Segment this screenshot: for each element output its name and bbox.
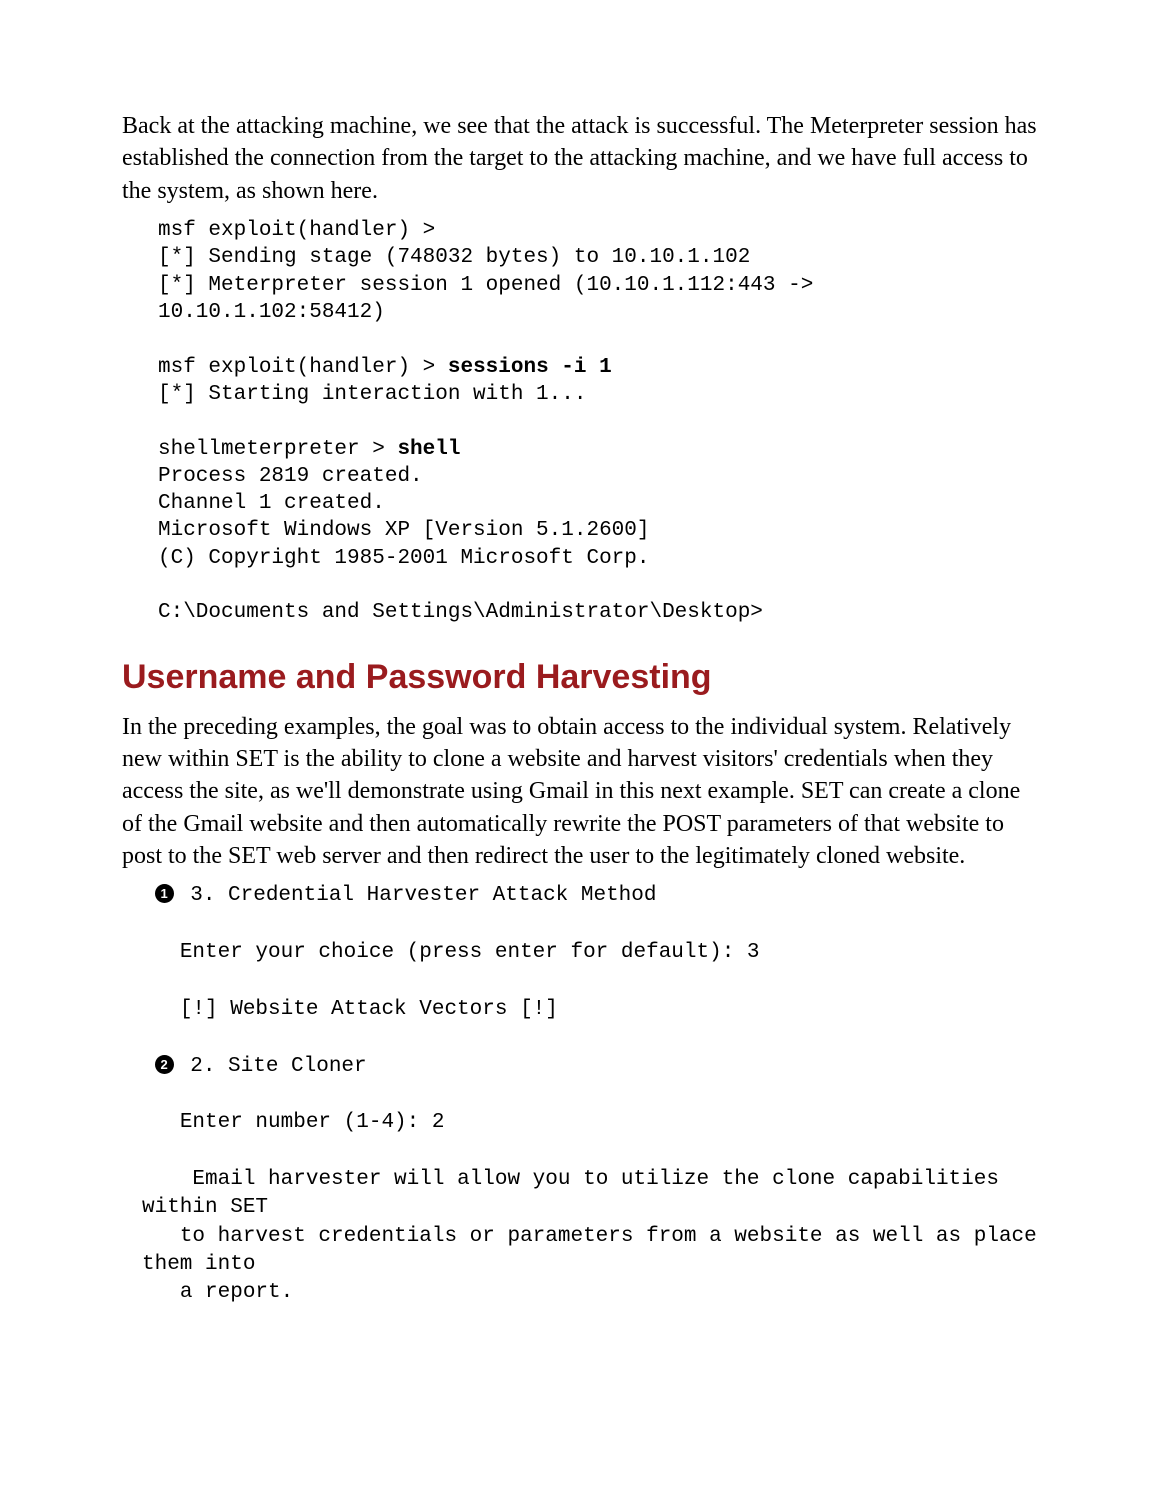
code-line: C:\Documents and Settings\Administrator\… (158, 601, 763, 624)
code-input: 3 (747, 941, 760, 964)
code-line: 3. Credential Harvester Attack Method (178, 884, 657, 907)
callout-one-icon: 1 (155, 884, 174, 903)
code-line: Email harvester will allow you to utiliz… (142, 1168, 1012, 1219)
code-input: 2 (432, 1111, 445, 1134)
code-line: Channel 1 created. (158, 492, 385, 515)
code-line: shellmeterpreter > (158, 438, 397, 461)
code-line: [*] Meterpreter session 1 opened (10.10.… (158, 274, 826, 324)
section-paragraph: In the preceding examples, the goal was … (122, 711, 1039, 873)
code-line: (C) Copyright 1985-2001 Microsoft Corp. (158, 547, 649, 570)
code-line: msf exploit(handler) > (158, 219, 435, 242)
code-input: sessions -i 1 (448, 356, 612, 379)
code-line: 2. Site Cloner (178, 1055, 367, 1078)
code-line: to harvest credentials or parameters fro… (142, 1225, 1049, 1276)
code-line: Enter number (1-4): (142, 1111, 432, 1134)
code-line: [*] Sending stage (748032 bytes) to 10.1… (158, 246, 750, 269)
code-line: [*] Starting interaction with 1... (158, 383, 586, 406)
callout-two-icon: 2 (155, 1055, 174, 1074)
code-line: Process 2819 created. (158, 465, 423, 488)
code-line: Enter your choice (press enter for defau… (142, 941, 747, 964)
section-heading: Username and Password Harvesting (122, 655, 1039, 701)
code-line: [!] Website Attack Vectors [!] (142, 998, 558, 1021)
code-input: shell (397, 438, 460, 461)
code-block-harvester: 1 3. Credential Harvester Attack Method … (142, 882, 1039, 1307)
code-line: Microsoft Windows XP [Version 5.1.2600] (158, 519, 649, 542)
code-line: a report. (142, 1281, 293, 1304)
code-line: msf exploit(handler) > (158, 356, 448, 379)
intro-paragraph: Back at the attacking machine, we see th… (122, 110, 1039, 207)
code-block-meterpreter: msf exploit(handler) > [*] Sending stage… (158, 217, 1039, 626)
